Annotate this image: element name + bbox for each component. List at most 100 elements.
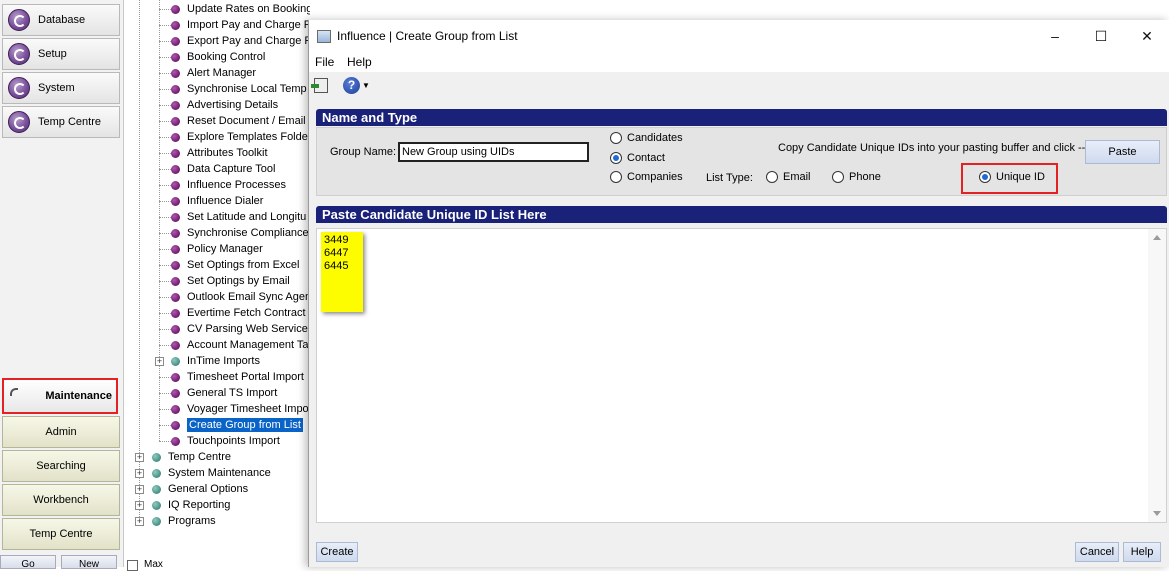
tree-item[interactable]: Account Management Ta xyxy=(171,337,308,353)
tree-item[interactable]: Set Optings by Email xyxy=(171,273,290,289)
radio-circle-icon xyxy=(832,171,844,183)
tree-item-temp-centre[interactable]: Temp Centre xyxy=(152,449,231,465)
radio-phone[interactable]: Phone xyxy=(832,171,881,183)
radio-unique-id[interactable]: Unique ID xyxy=(979,171,1045,183)
tree-item-selected[interactable]: Create Group from List xyxy=(171,417,303,433)
tree-item[interactable]: CV Parsing Web Service xyxy=(171,321,308,337)
expand-icon[interactable]: + xyxy=(135,453,144,462)
tree-item[interactable]: Evertime Fetch Contract xyxy=(171,305,306,321)
menu-file[interactable]: File xyxy=(315,55,334,69)
close-icon[interactable]: ✕ xyxy=(1125,24,1169,48)
tree-item-label: Temp Centre xyxy=(168,451,231,463)
nav-searching-button[interactable]: Searching xyxy=(2,450,120,482)
purple-dot-icon xyxy=(171,244,180,254)
radio-candidates[interactable]: Candidates xyxy=(610,132,683,144)
tree-item[interactable]: InTime Imports xyxy=(171,353,260,369)
nav-setup-button[interactable]: Setup xyxy=(2,38,120,70)
menu-bar: File Help xyxy=(309,52,1169,72)
nav-label: Temp Centre xyxy=(38,116,101,128)
unique-id-textarea[interactable]: 3449 6447 6445 xyxy=(316,228,1167,523)
tree-item-label: Synchronise Local Temp xyxy=(187,83,307,95)
tree-item-label: Alert Manager xyxy=(187,67,257,79)
uid-line: 6447 xyxy=(324,247,349,259)
nav-temp-centre-button[interactable]: Temp Centre xyxy=(2,106,120,138)
tree-item-label: Advertising Details xyxy=(187,99,279,111)
purple-dot-icon xyxy=(171,116,180,126)
scroll-up-icon[interactable] xyxy=(1153,235,1161,240)
teal-dot-icon xyxy=(152,484,161,494)
menu-help[interactable]: Help xyxy=(347,55,372,69)
tree-item[interactable]: Update Rates on Bookings xyxy=(171,1,310,17)
nav-maintenance-button[interactable]: Maintenance xyxy=(2,378,118,414)
tree-item[interactable]: Synchronise Compliance xyxy=(171,225,309,241)
tree-item-iq-reporting[interactable]: IQ Reporting xyxy=(152,497,230,513)
nav-label: Setup xyxy=(38,48,67,60)
help-button[interactable]: Help xyxy=(1123,542,1161,562)
tree-item[interactable]: Booking Control xyxy=(171,49,265,65)
radio-label: Phone xyxy=(849,171,881,183)
chevron-down-icon[interactable]: ▼ xyxy=(362,81,370,90)
tree-item[interactable]: Reset Document / Email ( xyxy=(171,113,310,129)
tree-item-label: Policy Manager xyxy=(187,243,263,255)
tree-item[interactable]: Influence Dialer xyxy=(171,193,263,209)
minimize-icon[interactable]: – xyxy=(1033,24,1077,48)
tree-item[interactable]: Export Pay and Charge R xyxy=(171,33,310,49)
cancel-button[interactable]: Cancel xyxy=(1075,542,1119,562)
tree-item-label: Evertime Fetch Contract xyxy=(187,307,306,319)
purple-dot-icon xyxy=(171,404,180,414)
tree-item[interactable]: Outlook Email Sync Agen xyxy=(171,289,310,305)
tree-item[interactable]: Data Capture Tool xyxy=(171,161,275,177)
max-checkbox[interactable] xyxy=(127,560,138,571)
purple-dot-icon xyxy=(171,260,180,270)
exit-icon[interactable] xyxy=(311,78,328,93)
tree-item-label: Attributes Toolkit xyxy=(187,147,268,159)
tree-item-label: Import Pay and Charge R xyxy=(187,19,310,31)
influence-logo-icon xyxy=(8,9,30,31)
section-header-paste-list: Paste Candidate Unique ID List Here xyxy=(316,206,1167,223)
tree-item[interactable]: Alert Manager xyxy=(171,65,256,81)
radio-contact[interactable]: Contact xyxy=(610,152,665,164)
vertical-scrollbar[interactable] xyxy=(1148,229,1166,522)
help-icon[interactable]: ? xyxy=(343,77,360,94)
create-button[interactable]: Create xyxy=(316,542,358,562)
teal-dot-icon xyxy=(152,500,161,510)
tree-item-label: Outlook Email Sync Agen xyxy=(187,291,310,303)
group-name-input[interactable] xyxy=(398,142,589,162)
tree-item[interactable]: Touchpoints Import xyxy=(171,433,280,449)
expand-icon[interactable]: + xyxy=(135,469,144,478)
expand-icon[interactable]: + xyxy=(135,485,144,494)
paste-button[interactable]: Paste xyxy=(1085,140,1160,164)
tree-item-general-options[interactable]: General Options xyxy=(152,481,248,497)
purple-dot-icon xyxy=(171,276,180,286)
purple-dot-icon xyxy=(171,308,180,318)
expand-icon[interactable]: + xyxy=(155,357,164,366)
tree-item[interactable]: General TS Import xyxy=(171,385,277,401)
tree-item-system-maintenance[interactable]: System Maintenance xyxy=(152,465,271,481)
nav-system-button[interactable]: System xyxy=(2,72,120,104)
nav-admin-button[interactable]: Admin xyxy=(2,416,120,448)
tree-item[interactable]: Attributes Toolkit xyxy=(171,145,268,161)
purple-dot-icon xyxy=(171,132,180,142)
scroll-down-icon[interactable] xyxy=(1153,511,1161,516)
nav-temp-centre-bottom-button[interactable]: Temp Centre xyxy=(2,518,120,550)
tree-item[interactable]: Advertising Details xyxy=(171,97,278,113)
tree-item[interactable]: Set Optings from Excel xyxy=(171,257,300,273)
tree-item[interactable]: Import Pay and Charge R xyxy=(171,17,310,33)
tree-item-programs[interactable]: Programs xyxy=(152,513,216,529)
expand-icon[interactable]: + xyxy=(135,501,144,510)
maximize-icon[interactable]: ☐ xyxy=(1079,24,1123,48)
tree-item-label: Touchpoints Import xyxy=(187,435,280,447)
radio-companies[interactable]: Companies xyxy=(610,171,683,183)
tree-item[interactable]: Voyager Timesheet Impo xyxy=(171,401,309,417)
tree-item[interactable]: Explore Templates Folde xyxy=(171,129,308,145)
tree-item[interactable]: Synchronise Local Temp xyxy=(171,81,307,97)
nav-database-button[interactable]: Database xyxy=(2,4,120,36)
teal-dot-icon xyxy=(152,468,161,478)
tree-item[interactable]: Timesheet Portal Import xyxy=(171,369,304,385)
nav-workbench-button[interactable]: Workbench xyxy=(2,484,120,516)
tree-item[interactable]: Set Latitude and Longitu xyxy=(171,209,306,225)
tree-item[interactable]: Influence Processes xyxy=(171,177,286,193)
expand-icon[interactable]: + xyxy=(135,517,144,526)
radio-email[interactable]: Email xyxy=(766,171,811,183)
tree-item[interactable]: Policy Manager xyxy=(171,241,263,257)
